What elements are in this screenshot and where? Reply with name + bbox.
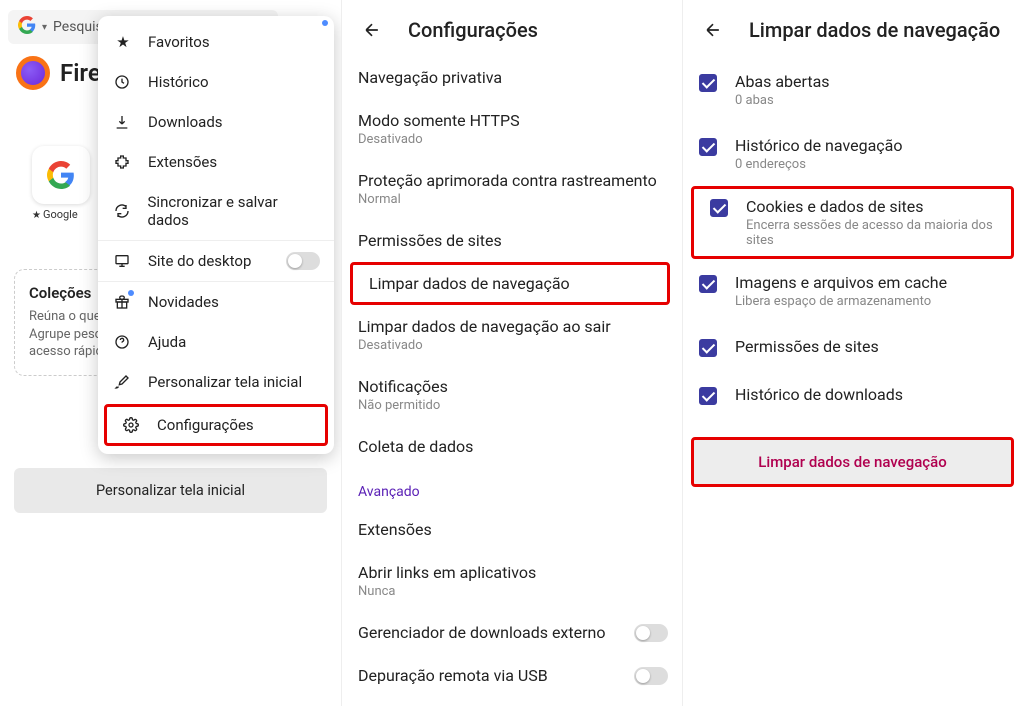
checkbox-tabs[interactable] — [699, 74, 717, 92]
settings-item-permissions[interactable]: Permissões de sites — [342, 219, 682, 262]
panel-firefox-home: ▾ Pesquis Firefo ★Google Coleções Reúna … — [0, 0, 341, 706]
clear-row-permissions[interactable]: Permissões de sites — [683, 323, 1024, 371]
panel-settings: Configurações Navegação privativa Modo s… — [341, 0, 682, 706]
settings-label: Depuração remota via USB — [358, 666, 548, 685]
menu-label: Downloads — [148, 113, 223, 131]
chevron-down-icon: ▾ — [42, 22, 47, 33]
settings-item-open-links[interactable]: Abrir links em aplicativos Nunca — [342, 551, 682, 611]
row-label: Cookies e dados de sites — [746, 197, 924, 216]
row-label: Abas abertas — [735, 72, 830, 91]
clear-row-downloads[interactable]: Histórico de downloads — [683, 371, 1024, 419]
settings-item-clear-data[interactable]: Limpar dados de navegação — [353, 265, 667, 302]
settings-item-private[interactable]: Navegação privativa — [342, 56, 682, 99]
settings-title: Configurações — [408, 18, 538, 42]
checkbox-history[interactable] — [699, 138, 717, 156]
checkbox-cache[interactable] — [699, 275, 717, 293]
menu-label: Personalizar tela inicial — [148, 373, 302, 391]
brush-icon — [114, 374, 132, 390]
settings-sub: Desativado — [358, 338, 666, 353]
gift-icon — [114, 294, 132, 310]
menu-label: Extensões — [148, 153, 217, 171]
menu-label: Site do desktop — [148, 252, 251, 270]
clear-data-button[interactable]: Limpar dados de navegação — [694, 440, 1011, 484]
menu-label: Ajuda — [148, 333, 186, 351]
puzzle-icon — [114, 154, 132, 170]
checkbox-downloads[interactable] — [699, 387, 717, 405]
row-sub: Libera espaço de armazenamento — [735, 294, 947, 309]
clear-row-history[interactable]: Histórico de navegação 0 endereços — [683, 122, 1024, 186]
star-icon: ★ — [114, 33, 132, 51]
menu-label: Histórico — [148, 73, 209, 91]
clear-data-title: Limpar dados de navegação — [749, 18, 1000, 42]
row-sub: Encerra sessões de acesso da maioria dos… — [746, 218, 995, 248]
customize-home-button[interactable]: Personalizar tela inicial — [14, 468, 327, 513]
menu-label: Sincronizar e salvar dados — [148, 193, 318, 229]
settings-label: Limpar dados de navegação ao sair — [358, 317, 611, 336]
gear-icon — [123, 417, 141, 433]
settings-sub: Desativado — [358, 132, 666, 147]
settings-sub: Não permitido — [358, 398, 666, 413]
menu-item-favorites[interactable]: ★ Favoritos — [98, 22, 334, 62]
settings-sub: Normal — [358, 192, 666, 207]
search-placeholder: Pesquis — [53, 19, 103, 35]
back-button[interactable] — [699, 18, 727, 42]
desktop-icon — [114, 253, 132, 269]
row-sub: 0 endereços — [735, 157, 902, 172]
settings-item-clear-on-exit[interactable]: Limpar dados de navegação ao sair Desati… — [342, 305, 682, 365]
settings-item-usb-debug[interactable]: Depuração remota via USB — [342, 654, 682, 697]
row-label: Permissões de sites — [735, 337, 879, 356]
settings-label: Gerenciador de downloads externo — [358, 623, 605, 642]
sync-icon — [114, 203, 132, 219]
main-menu-popup: ★ Favoritos Histórico Downloads Extensõe… — [98, 16, 334, 454]
menu-item-desktop-site[interactable]: Site do desktop — [98, 241, 334, 281]
help-icon — [114, 334, 132, 350]
menu-item-downloads[interactable]: Downloads — [98, 102, 334, 142]
settings-item-https[interactable]: Modo somente HTTPS Desativado — [342, 99, 682, 159]
settings-label: Modo somente HTTPS — [358, 111, 520, 130]
back-button[interactable] — [358, 18, 386, 42]
row-label: Histórico de navegação — [735, 136, 902, 155]
clock-icon — [114, 74, 132, 90]
menu-item-whatsnew[interactable]: Novidades — [98, 282, 334, 322]
menu-label: Novidades — [148, 293, 219, 311]
menu-label: Favoritos — [148, 33, 210, 51]
settings-header: Configurações — [342, 0, 682, 52]
settings-item-notifications[interactable]: Notificações Não permitido — [342, 365, 682, 425]
menu-item-sync[interactable]: Sincronizar e salvar dados — [98, 182, 334, 240]
notification-dot-icon — [128, 290, 134, 296]
google-g-icon — [18, 16, 36, 38]
clear-row-cookies[interactable]: Cookies e dados de sites Encerra sessões… — [694, 189, 1011, 256]
desktop-site-toggle[interactable] — [286, 252, 320, 270]
menu-item-extensions[interactable]: Extensões — [98, 142, 334, 182]
settings-label: Notificações — [358, 377, 448, 396]
settings-item-download-manager[interactable]: Gerenciador de downloads externo — [342, 611, 682, 654]
settings-label: Proteção aprimorada contra rastreamento — [358, 171, 657, 190]
download-icon — [114, 114, 132, 130]
settings-section-advanced: Avançado — [342, 468, 682, 508]
menu-item-history[interactable]: Histórico — [98, 62, 334, 102]
clear-row-tabs[interactable]: Abas abertas 0 abas — [683, 58, 1024, 122]
firefox-logo-icon — [16, 56, 50, 90]
topsite-tile-google[interactable] — [32, 146, 90, 204]
row-label: Imagens e arquivos em cache — [735, 273, 947, 292]
external-dl-toggle[interactable] — [634, 624, 668, 642]
settings-item-data-collection[interactable]: Coleta de dados — [342, 425, 682, 468]
menu-item-settings[interactable]: Configurações — [107, 407, 325, 443]
settings-sub: Nunca — [358, 584, 666, 599]
row-sub: 0 abas — [735, 93, 830, 108]
menu-label: Configurações — [157, 416, 254, 434]
row-label: Histórico de downloads — [735, 385, 903, 404]
checkbox-permissions[interactable] — [699, 339, 717, 357]
settings-item-extensions[interactable]: Extensões — [342, 508, 682, 551]
settings-item-tracking[interactable]: Proteção aprimorada contra rastreamento … — [342, 159, 682, 219]
clear-row-cache[interactable]: Imagens e arquivos em cache Libera espaç… — [683, 259, 1024, 323]
pin-icon: ★ — [32, 210, 41, 221]
settings-label: Abrir links em aplicativos — [358, 563, 536, 582]
menu-item-customize-home[interactable]: Personalizar tela inicial — [98, 362, 334, 402]
checkbox-cookies[interactable] — [710, 199, 728, 217]
clear-data-header: Limpar dados de navegação — [683, 0, 1024, 52]
panel-clear-data: Limpar dados de navegação Abas abertas 0… — [682, 0, 1024, 706]
usb-debug-toggle[interactable] — [634, 667, 668, 685]
menu-item-help[interactable]: Ajuda — [98, 322, 334, 362]
